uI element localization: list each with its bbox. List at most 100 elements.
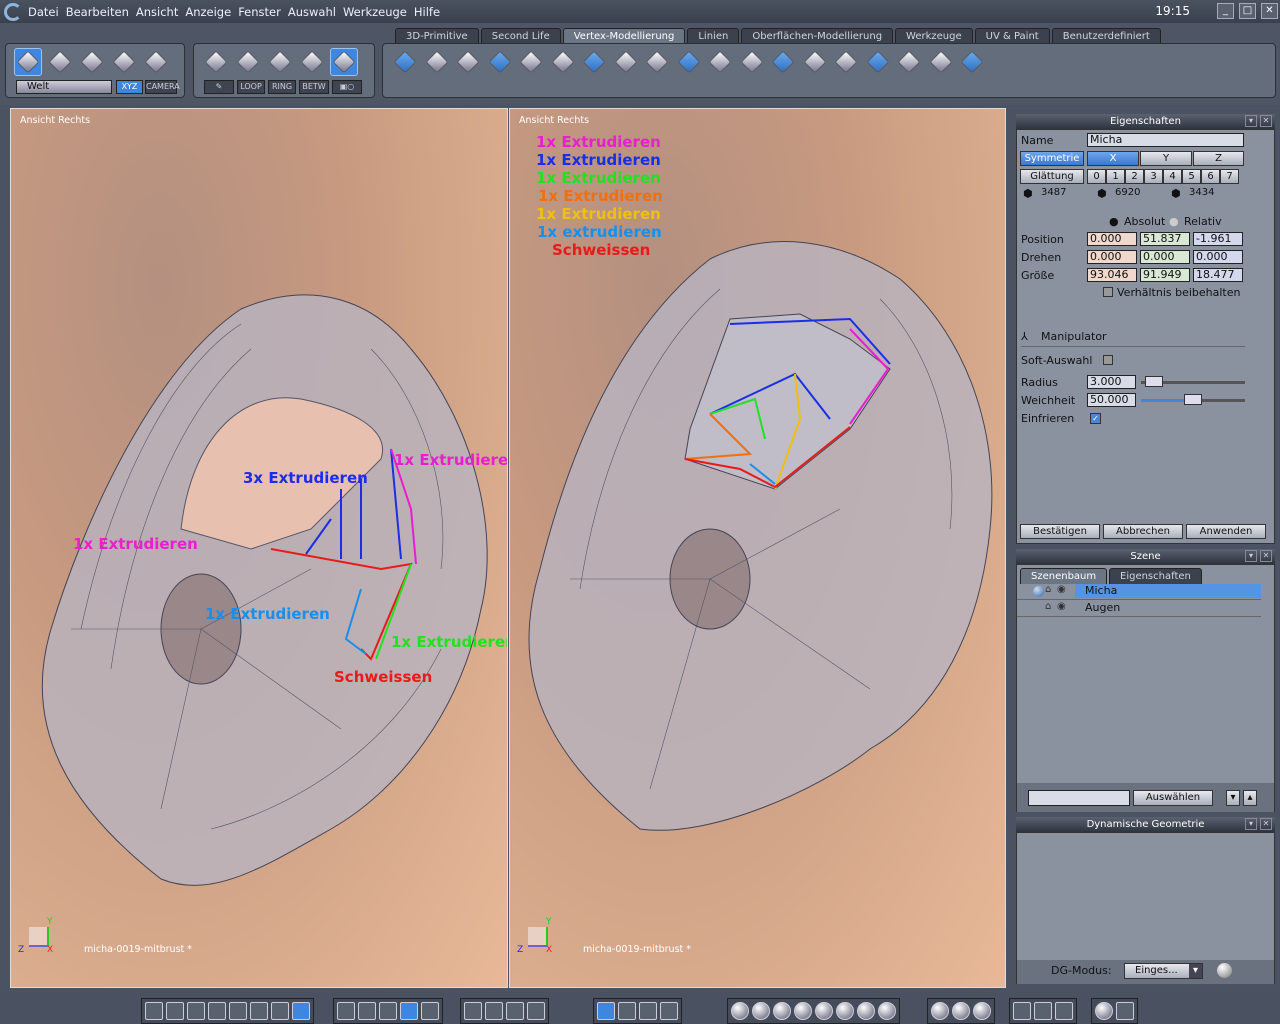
transform-y-input[interactable]: 91.949 [1140,268,1190,282]
cancel-button[interactable]: Abbrechen [1103,524,1183,539]
flat-shaded-icon[interactable] [773,1002,791,1020]
loop-button[interactable]: LOOP [237,80,265,94]
layout-horizontal-icon[interactable] [271,1002,289,1020]
layout-3b-icon[interactable] [208,1002,226,1020]
layout-single-icon[interactable] [145,1002,163,1020]
menu-bearbeiten[interactable]: Bearbeiten [66,5,129,19]
textured-icon[interactable] [857,1002,875,1020]
menu-hilfe[interactable]: Hilfe [414,5,440,19]
split-icon[interactable] [832,48,860,76]
scene-item-augen[interactable]: ⌂ ◉ Augen [1017,601,1261,617]
radius-slider[interactable] [1141,376,1245,387]
eye-icon[interactable]: ◉ [1057,601,1066,612]
dg-mode-select[interactable]: Einges... ▾ [1124,963,1203,979]
tab-benutzerdefiniert[interactable]: Benutzerdefiniert [1051,28,1161,44]
render-preview-icon[interactable] [878,1002,896,1020]
select-edges-icon[interactable] [266,48,294,76]
transform-z-input[interactable]: 18.477 [1193,268,1243,282]
ghost-icon[interactable] [142,48,170,76]
select-points-icon[interactable] [202,48,230,76]
select-vertex-icon[interactable] [298,48,326,76]
ring-button[interactable]: RING [268,80,296,94]
orbit-icon[interactable] [485,1002,503,1020]
collapse-icon[interactable]: ▾ [1245,115,1257,127]
smoothing-button[interactable]: Glättung [1020,169,1084,184]
tab-uv-paint[interactable]: UV & Paint [974,28,1050,44]
tab-werkzeuge[interactable]: Werkzeuge [895,28,973,44]
instance-icon[interactable] [1034,1002,1052,1020]
menu-ansicht[interactable]: Ansicht [136,5,178,19]
eye-icon[interactable]: ◉ [1057,584,1066,595]
absolut-radio[interactable]: ● [1109,215,1119,228]
add-point-icon[interactable] [927,48,955,76]
transform-y-input[interactable]: 0.000 [1140,250,1190,264]
menu-anzeige[interactable]: Anzeige [185,5,231,19]
camera-icon[interactable] [1116,1002,1134,1020]
pan-icon[interactable] [618,1002,636,1020]
layout-quad-icon[interactable] [166,1002,184,1020]
wireframe-icon[interactable] [731,1002,749,1020]
bridge-icon[interactable] [706,48,734,76]
select-faces-icon[interactable] [234,48,262,76]
rotate-view-icon[interactable] [639,1002,657,1020]
grid-y-icon[interactable] [400,1002,418,1020]
freeze-checkbox[interactable]: ✓ [1090,413,1101,424]
loft-icon[interactable] [769,48,797,76]
smooth-shaded-icon[interactable] [815,1002,833,1020]
layout-vertical-icon[interactable] [292,1002,310,1020]
bevel-icon[interactable] [486,48,514,76]
move-up-button[interactable]: ▴ [1243,790,1257,806]
grid-z-icon[interactable] [421,1002,439,1020]
sym-z-button[interactable]: Z [1193,151,1244,166]
sym-x-button[interactable]: X [1087,151,1139,166]
transform-z-input[interactable]: 0.000 [1193,250,1243,264]
grid-snap-icon[interactable] [337,1002,355,1020]
menu-werkzeuge[interactable]: Werkzeuge [343,5,407,19]
shell-icon[interactable] [801,48,829,76]
collapse-icon[interactable]: ▾ [1245,818,1257,830]
keep-ratio-checkbox[interactable] [1103,287,1113,297]
move-down-button[interactable]: ▾ [1226,790,1240,806]
transform-x-input[interactable]: 0.000 [1087,232,1137,246]
zoom-extents-icon[interactable] [464,1002,482,1020]
slice-icon[interactable] [612,48,640,76]
bounding-box-icon[interactable] [1013,1002,1031,1020]
smoothing-level-2[interactable]: 2 [1125,169,1144,184]
viewport-left[interactable]: Ansicht Rechts 3x Extrudieren 1x Extrudi… [10,108,508,988]
scene-item-micha[interactable]: ⌂ ◉ Micha [1017,584,1261,600]
view-eye-icon[interactable] [527,1002,545,1020]
lock-icon[interactable]: ⌂ [1045,601,1051,612]
close-panel-icon[interactable]: ✕ [1260,115,1272,127]
smooth-wire-icon[interactable] [836,1002,854,1020]
extrude-icon[interactable] [391,48,419,76]
name-input[interactable]: Micha [1087,133,1244,147]
carve-icon[interactable] [580,48,608,76]
wire-hidden-icon[interactable] [752,1002,770,1020]
smoothing-level-7[interactable]: 7 [1220,169,1239,184]
viewport-right[interactable]: Ansicht Rechts 1x Extrudieren 1x Extrudi… [509,108,1006,988]
relativ-radio[interactable]: ● [1169,215,1179,228]
tweak-icon[interactable] [454,48,482,76]
dg-status-sphere-icon[interactable] [1217,963,1232,978]
select-auto-icon[interactable] [330,48,358,76]
tab-second-life[interactable]: Second Life [480,28,561,44]
sweep-icon[interactable] [895,48,923,76]
unbend-icon[interactable] [643,48,671,76]
coord-system-select[interactable]: Welt [16,80,112,94]
radius-slider-thumb[interactable] [1145,376,1164,387]
layout-3c-icon[interactable] [229,1002,247,1020]
transform-x-input[interactable]: 0.000 [1087,250,1137,264]
tab-vertex-modellierung[interactable]: Vertex-Modellierung [562,28,686,44]
menu-datei[interactable]: Datei [28,5,59,19]
maximize-button[interactable]: □ [1239,3,1256,19]
layout-3d-icon[interactable] [250,1002,268,1020]
split-view-icon[interactable] [1055,1002,1073,1020]
minimize-button[interactable]: _ [1217,3,1234,19]
xyz-button[interactable]: XYZ [116,80,143,94]
between-button[interactable]: BETW [299,80,329,94]
remove-point-icon[interactable] [958,48,986,76]
confirm-button[interactable]: Bestätigen [1020,524,1100,539]
magnet-icon[interactable] [358,1002,376,1020]
boolean-icon[interactable] [864,48,892,76]
universal-manipulator-icon[interactable] [110,48,138,76]
